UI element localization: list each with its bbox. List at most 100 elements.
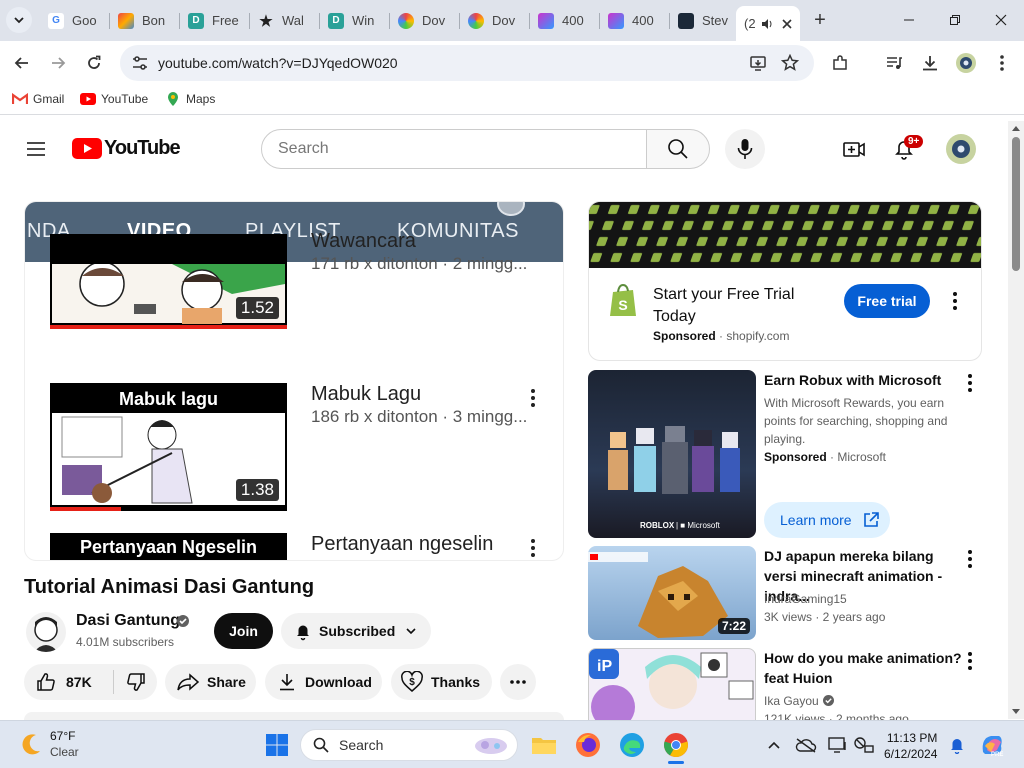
more-vert-icon[interactable] xyxy=(525,537,541,559)
more-vert-icon[interactable] xyxy=(966,652,974,670)
browser-tab[interactable]: 400 xyxy=(600,6,670,35)
more-vert-icon[interactable] xyxy=(951,292,959,310)
close-window-button[interactable] xyxy=(978,0,1024,40)
downloads-button[interactable] xyxy=(916,49,944,77)
guide-menu-button[interactable] xyxy=(24,137,48,161)
bookmark-maps[interactable]: Maps xyxy=(165,91,215,107)
taskbar-search[interactable]: Search xyxy=(300,729,518,761)
steam-icon xyxy=(678,12,694,29)
network-button[interactable] xyxy=(850,731,878,759)
search-input[interactable] xyxy=(278,140,618,158)
bookmark-youtube[interactable]: YouTube xyxy=(80,91,148,107)
description-box[interactable] xyxy=(24,712,564,720)
forward-button[interactable] xyxy=(44,49,72,77)
show-hidden-icons-button[interactable] xyxy=(760,731,788,759)
voice-search-button[interactable] xyxy=(725,129,765,169)
browser-tab[interactable]: G Goo xyxy=(40,6,110,35)
browser-tab[interactable]: D Free xyxy=(180,6,250,35)
video-player[interactable]: NDA VIDEO PLAYLIST KOMUNITAS 1.52 Wawanc… xyxy=(24,201,564,561)
video-title[interactable]: Mabuk Lagu xyxy=(311,383,421,406)
ad-meta: Sponsored · shopify.com xyxy=(653,329,790,343)
youtube-logo[interactable]: YouTube xyxy=(72,137,181,160)
chrome-menu-button[interactable] xyxy=(988,49,1016,77)
learn-more-button[interactable]: Learn more xyxy=(764,502,890,538)
scroll-up-icon[interactable] xyxy=(1012,125,1020,131)
browser-tab[interactable]: Bon xyxy=(110,6,180,35)
recommendation-meta: 3K views · 2 years ago xyxy=(764,610,886,624)
create-button[interactable] xyxy=(842,137,866,161)
video-title[interactable]: Pertanyaan ngeselin xyxy=(311,533,493,556)
subscribed-button[interactable]: Subscribed xyxy=(281,613,431,649)
clock[interactable]: 11:13 PM 6/12/2024 xyxy=(884,730,937,762)
scroll-down-icon[interactable] xyxy=(1012,709,1020,715)
profile-button[interactable] xyxy=(952,49,980,77)
site-settings-icon[interactable] xyxy=(131,54,149,72)
edge-button[interactable] xyxy=(618,731,646,759)
weather-widget[interactable] xyxy=(18,731,44,757)
join-button[interactable]: Join xyxy=(214,613,273,649)
install-app-icon[interactable] xyxy=(748,53,768,73)
channel-avatar[interactable] xyxy=(26,612,66,652)
display-button[interactable] xyxy=(824,731,852,759)
more-vert-icon[interactable] xyxy=(966,374,974,392)
sponsored-recommendation[interactable]: ROBLOX | ■ Microsoft Earn Robux with Mic… xyxy=(588,370,982,540)
video-title[interactable]: Wawancara xyxy=(311,230,416,253)
list-item: Pertanyaan Ngeselin Pertanyaan ngeselin xyxy=(25,533,563,560)
free-trial-button[interactable]: Free trial xyxy=(844,284,930,318)
chrome-button[interactable] xyxy=(662,731,690,764)
list-item: Mabuk lagu 1.38 Mabuk Lagu 186 rb x dito… xyxy=(25,383,563,511)
browser-tab[interactable]: ★ Wal xyxy=(250,6,320,35)
firefox-button[interactable] xyxy=(574,731,602,759)
file-explorer-button[interactable] xyxy=(530,731,558,759)
minimize-button[interactable] xyxy=(886,0,932,40)
download-button[interactable]: Download xyxy=(265,664,382,700)
thanks-button[interactable]: $ Thanks xyxy=(391,664,492,700)
close-tab-icon[interactable] xyxy=(780,17,794,31)
reload-button[interactable] xyxy=(80,49,108,77)
maps-icon xyxy=(165,91,181,107)
extensions-button[interactable] xyxy=(826,49,854,77)
browser-tab[interactable]: Dov xyxy=(460,6,530,35)
recommendation-item[interactable]: iP How do you make animation? feat Huion… xyxy=(588,648,982,720)
ad-card[interactable]: S Start your Free Trial Today Sponsored … xyxy=(588,201,982,361)
onedrive-button[interactable] xyxy=(792,731,820,759)
more-vert-icon[interactable] xyxy=(525,387,541,409)
recommendation-title: Earn Robux with Microsoft xyxy=(764,372,942,388)
search-button[interactable] xyxy=(646,129,710,169)
page-scrollbar[interactable] xyxy=(1008,121,1024,719)
more-actions-button[interactable] xyxy=(500,664,536,700)
media-controls-button[interactable] xyxy=(880,49,908,77)
active-app-indicator xyxy=(668,761,684,764)
tab-search-button[interactable] xyxy=(6,7,32,33)
new-tab-button[interactable]: + xyxy=(808,8,832,32)
scrollbar-thumb[interactable] xyxy=(1012,137,1020,271)
recommendation-meta: 121K views · 2 months ago xyxy=(764,712,909,720)
browser-tab[interactable]: D Win xyxy=(320,6,390,35)
recommendation-item[interactable]: 7:22 DJ apapun mereka bilang versi minec… xyxy=(588,546,982,640)
browser-tab[interactable]: Dov xyxy=(390,6,460,35)
browser-tab[interactable]: 400 xyxy=(530,6,600,35)
account-avatar[interactable] xyxy=(945,133,977,165)
chevron-up-icon xyxy=(768,741,780,749)
like-button[interactable]: 87K xyxy=(24,670,114,694)
browser-tab-active[interactable]: (2 xyxy=(736,6,800,41)
ad-title: Start your Free Trial Today xyxy=(653,286,795,325)
video-thumbnail: ROBLOX | ■ Microsoft xyxy=(588,370,756,538)
dislike-button[interactable] xyxy=(114,672,146,692)
copilot-button[interactable]: PRE xyxy=(978,731,1006,759)
channel-name[interactable]: Dasi Gantung xyxy=(76,612,180,630)
start-button[interactable] xyxy=(263,731,291,759)
share-button[interactable]: Share xyxy=(165,664,256,700)
clock-time: 11:13 PM xyxy=(886,731,938,745)
restore-button[interactable] xyxy=(932,0,978,40)
browser-tab[interactable]: Stev xyxy=(670,6,734,35)
address-bar[interactable]: youtube.com/watch?v=DJYqedOW020 xyxy=(120,45,814,81)
notifications-center-button[interactable] xyxy=(943,731,971,759)
bookmark-star-icon[interactable] xyxy=(780,53,800,73)
moon-icon xyxy=(22,734,40,755)
bookmark-gmail[interactable]: Gmail xyxy=(12,91,64,107)
notifications-button[interactable]: 9+ xyxy=(892,135,924,161)
bon-icon xyxy=(118,12,134,29)
more-vert-icon[interactable] xyxy=(966,550,974,568)
back-button[interactable] xyxy=(8,49,36,77)
